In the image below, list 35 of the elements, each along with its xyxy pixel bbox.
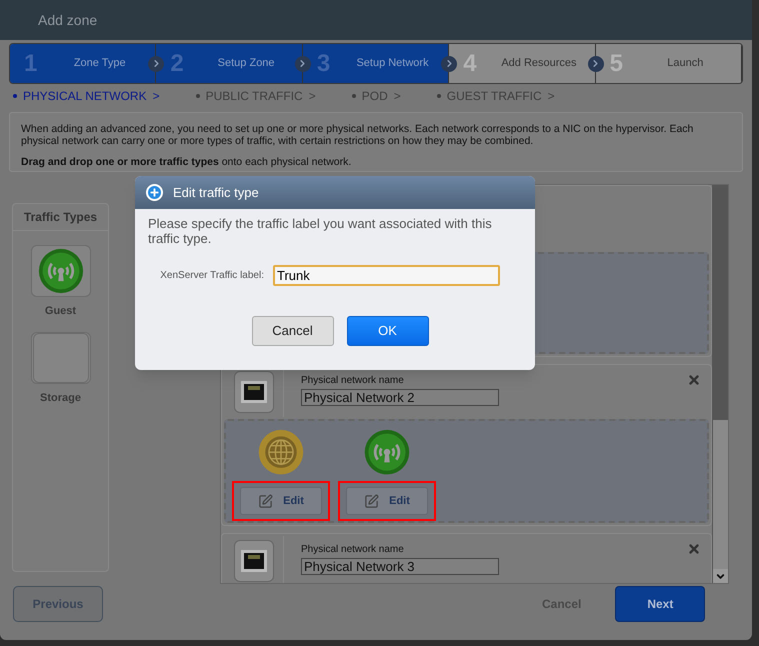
next-button[interactable]: Next [615, 586, 706, 622]
ethernet-port-icon [234, 371, 274, 413]
substep-link[interactable]: PUBLIC TRAFFIC > [196, 87, 316, 105]
instruction-text: Drag and drop one or more traffic types onto each physical network. [21, 156, 352, 168]
substep-link[interactable]: GUEST TRAFFIC > [436, 87, 555, 105]
substep-link[interactable]: POD > [352, 87, 401, 105]
field-label: Physical network name [301, 375, 405, 387]
traffic-type-label: Storage [40, 390, 81, 406]
scroll-down-icon[interactable] [713, 569, 728, 583]
close-icon[interactable] [687, 373, 701, 387]
dialog-title: Edit traffic type [173, 184, 259, 202]
dialog-button[interactable]: Cancel [252, 316, 334, 346]
wireless-signal-icon [38, 248, 84, 294]
traffic-label-field[interactable]: Trunk [273, 265, 500, 286]
traffic-type-tile[interactable] [30, 332, 90, 384]
network-name-field[interactable]: Physical Network 3 [301, 558, 499, 575]
substep-link[interactable]: PHYSICAL NETWORK > [13, 87, 160, 105]
add-icon [146, 184, 163, 201]
edit-icon [258, 494, 274, 509]
dialog-message: Please specify the traffic label you want associated with this traffic type. [147, 215, 493, 246]
field-label: Physical network name [301, 544, 405, 556]
network-name-field[interactable]: Physical Network 2 [301, 389, 499, 406]
close-icon[interactable] [687, 542, 701, 556]
blank-tile-icon [32, 332, 88, 382]
field-label: XenServer Traffic label: [159, 270, 264, 281]
edit-button[interactable]: Edit [240, 487, 322, 516]
dialog-button[interactable]: OK [346, 316, 428, 346]
traffic-type-tile[interactable] [30, 245, 90, 297]
edit-button[interactable]: Edit [346, 487, 428, 516]
panel-heading: Traffic Types [13, 204, 108, 231]
window-title: Add zone [38, 10, 98, 30]
traffic-type-label: Guest [44, 304, 76, 319]
edit-icon [364, 494, 380, 509]
intro-text: When adding an advanced zone, you need to set up one or more physical networks. Each network corresponds to a NIC on the hypervisor. Each physical network can carry one or more types of traffic, with certain restrictions on how they may be combined. [21, 123, 694, 147]
scroll-thumb[interactable] [713, 185, 728, 420]
